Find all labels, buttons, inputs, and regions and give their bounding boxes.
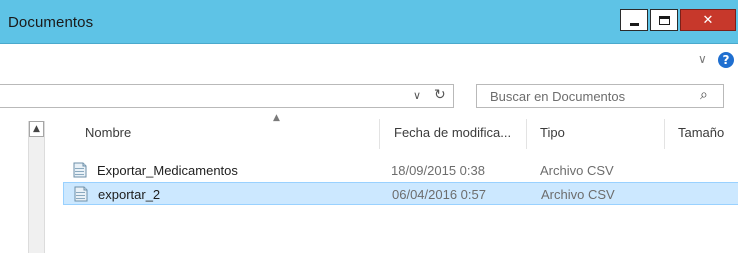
search-input[interactable]: Buscar en Documentos ⌕ [476,84,724,108]
ribbon-bar: ∨ ? [0,44,738,78]
file-date: 06/04/2016 0:57 [392,187,486,202]
column-divider[interactable] [526,119,527,149]
csv-file-icon [74,186,88,202]
column-header-name[interactable]: Nombre [85,125,131,140]
column-header-date[interactable]: Fecha de modifica... [394,125,511,140]
address-dropdown-icon[interactable]: ∨ [413,89,421,102]
maximize-button[interactable] [650,9,678,31]
column-header-type[interactable]: Tipo [540,125,565,140]
file-name: exportar_2 [98,187,161,202]
minimize-icon [629,22,639,26]
maximize-icon [658,15,670,25]
close-icon: ✕ [702,12,714,28]
close-button[interactable]: ✕ [680,9,736,31]
refresh-icon[interactable]: ↻ [434,87,446,103]
expand-ribbon-icon[interactable]: ∨ [698,52,707,66]
navigation-pane-scrollbar[interactable]: ▲ [28,121,45,253]
file-type: Archivo CSV [541,187,615,202]
help-icon[interactable]: ? [718,52,734,68]
title-bar: Documentos ✕ [0,0,738,44]
file-row-selected[interactable]: exportar_2 06/04/2016 0:57 Archivo CSV [63,182,738,205]
search-icon[interactable]: ⌕ [700,87,708,103]
column-header-row: ▲ Nombre Fecha de modifica... Tipo Tamañ… [45,113,738,151]
scroll-up-button[interactable]: ▲ [29,121,44,137]
minimize-button[interactable] [620,9,648,31]
file-name: Exportar_Medicamentos [97,163,238,178]
sort-ascending-icon: ▲ [273,113,280,123]
file-type: Archivo CSV [540,163,614,178]
column-divider[interactable] [664,119,665,149]
file-row[interactable]: Exportar_Medicamentos 18/09/2015 0:38 Ar… [63,159,738,182]
csv-file-icon [73,162,87,178]
search-placeholder: Buscar en Documentos [490,89,626,104]
address-row: ∨ ↻ Buscar en Documentos ⌕ [0,78,738,112]
address-bar[interactable]: ∨ ↻ [0,84,454,108]
file-date: 18/09/2015 0:38 [391,163,485,178]
column-divider[interactable] [379,119,380,149]
window-title: Documentos [8,14,94,31]
column-header-size[interactable]: Tamaño [678,125,724,140]
